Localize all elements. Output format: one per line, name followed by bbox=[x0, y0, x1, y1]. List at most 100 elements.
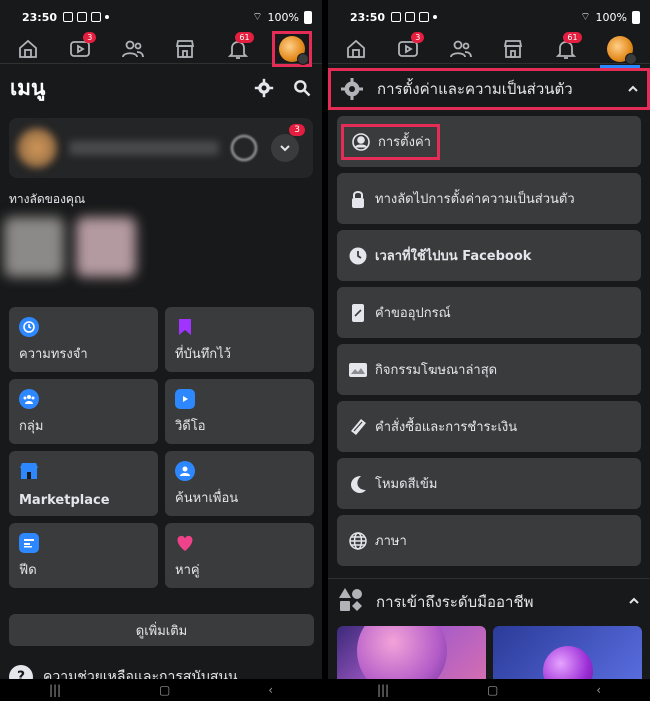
friends-tab[interactable] bbox=[443, 34, 479, 64]
see-more-button[interactable]: ดูเพิ่มเติม bbox=[9, 614, 314, 646]
find-friends-icon bbox=[175, 461, 195, 481]
menu-header: เมนู bbox=[0, 68, 322, 108]
home-tab[interactable] bbox=[10, 34, 46, 64]
search-icon[interactable] bbox=[292, 78, 312, 98]
home-button-icon[interactable]: ▢ bbox=[159, 683, 170, 697]
payment-icon bbox=[347, 416, 369, 438]
notifications-badge: 61 bbox=[563, 31, 582, 43]
tile-find-friends[interactable]: ค้นหาเพื่อน bbox=[165, 451, 314, 516]
top-nav: 3 61 bbox=[328, 31, 650, 68]
tile-memories[interactable]: ความทรงจำ bbox=[9, 307, 158, 372]
status-time: 23:50 bbox=[22, 10, 58, 24]
menu-tab[interactable] bbox=[599, 31, 640, 68]
profile-switch-icon[interactable] bbox=[231, 135, 257, 161]
notifications-badge: 61 bbox=[235, 31, 254, 43]
expand-profiles-button[interactable] bbox=[271, 134, 299, 162]
back-icon[interactable]: ‹ bbox=[596, 683, 601, 697]
watch-badge: 3 bbox=[83, 31, 97, 43]
shortcuts-label: ทางลัดของคุณ bbox=[9, 192, 86, 206]
groups-icon bbox=[19, 389, 39, 409]
top-nav: 3 61 bbox=[0, 30, 322, 67]
chevron-down-icon bbox=[280, 145, 290, 152]
tile-label: ความทรงจำ bbox=[19, 347, 88, 362]
marketplace-tab[interactable] bbox=[167, 34, 203, 64]
section-title: การตั้งค่าและความเป็นส่วนตัว bbox=[377, 80, 573, 98]
shortcuts-list bbox=[4, 217, 322, 302]
profile-card[interactable]: 3 bbox=[9, 118, 313, 178]
profile-name-blurred bbox=[69, 141, 219, 155]
notifications-tab[interactable]: 61 bbox=[548, 31, 584, 64]
wifi-signal-icon: ⌔ bbox=[580, 10, 591, 23]
dark-mode-item[interactable]: โหมดสีเข้ม bbox=[337, 458, 641, 509]
image-icon bbox=[405, 12, 416, 22]
tile-label: หาคู่ bbox=[175, 563, 200, 578]
status-icons bbox=[63, 12, 110, 22]
clock-icon bbox=[19, 317, 39, 337]
back-icon[interactable]: ‹ bbox=[268, 683, 273, 697]
home-button-icon[interactable]: ▢ bbox=[487, 683, 498, 697]
watch-tab[interactable]: 3 bbox=[390, 31, 426, 64]
right-panel: 23:50 ⌔ 100% 3 61 การตั้งค่าและความเป็นส… bbox=[328, 0, 650, 701]
pro-card[interactable] bbox=[493, 626, 642, 686]
tile-saved[interactable]: ที่บันทึกไว้ bbox=[165, 307, 314, 372]
friends-icon bbox=[449, 40, 472, 57]
bookmark-icon bbox=[175, 317, 195, 337]
item-label: การตั้งค่า bbox=[378, 135, 431, 150]
ad-activity-icon bbox=[347, 359, 369, 381]
shapes-icon bbox=[338, 587, 364, 617]
professional-access-section[interactable]: การเข้าถึงระดับมืออาชีพ bbox=[328, 578, 650, 624]
tile-feed[interactable]: ฟีด bbox=[9, 523, 158, 588]
tile-groups[interactable]: กลุ่ม bbox=[9, 379, 158, 444]
check-icon bbox=[391, 12, 402, 22]
tile-video[interactable]: วิดีโอ bbox=[165, 379, 314, 444]
browser-icon bbox=[77, 12, 88, 22]
dot-icon bbox=[433, 15, 438, 19]
friends-tab[interactable] bbox=[115, 34, 151, 64]
android-nav-bar: ||| ▢ ‹ bbox=[0, 679, 322, 701]
home-icon bbox=[347, 39, 365, 58]
gear-icon[interactable] bbox=[254, 78, 274, 98]
battery-text: 100% bbox=[267, 10, 299, 24]
tile-dating[interactable]: หาคู่ bbox=[165, 523, 314, 588]
header-actions bbox=[254, 78, 312, 98]
time-on-facebook-item[interactable]: เวลาที่ใช้ไปบน Facebook bbox=[337, 230, 641, 281]
dot-icon bbox=[105, 15, 110, 19]
avatar bbox=[606, 35, 637, 65]
tile-marketplace[interactable]: Marketplace bbox=[9, 451, 158, 516]
item-label: คำสั่งซื้อและการชำระเงิน bbox=[375, 420, 518, 435]
device-icon bbox=[347, 302, 369, 324]
recent-ad-activity-item[interactable]: กิจกรรมโฆษณาล่าสุด bbox=[337, 344, 641, 395]
notifications-tab[interactable]: 61 bbox=[220, 31, 256, 64]
settings-highlight: การตั้งค่า bbox=[341, 123, 440, 160]
moon-icon bbox=[347, 473, 369, 495]
recent-apps-icon[interactable]: ||| bbox=[377, 683, 389, 697]
menu-lines-icon bbox=[296, 52, 309, 65]
chevron-up-icon bbox=[628, 592, 640, 611]
settings-privacy-section[interactable]: การตั้งค่าและความเป็นส่วนตัว bbox=[328, 68, 650, 110]
item-label: กิจกรรมโฆษณาล่าสุด bbox=[375, 363, 498, 378]
marketplace-tab[interactable] bbox=[495, 34, 531, 64]
battery-icon bbox=[304, 10, 312, 24]
tile-label: กลุ่ม bbox=[19, 419, 44, 434]
menu-tab[interactable] bbox=[271, 30, 312, 67]
check-icon bbox=[63, 12, 74, 22]
pro-card[interactable] bbox=[337, 626, 486, 686]
settings-item[interactable]: การตั้งค่า bbox=[337, 116, 641, 167]
shortcut-item[interactable] bbox=[76, 217, 136, 277]
item-label: เวลาที่ใช้ไปบน Facebook bbox=[375, 249, 532, 264]
item-label: ภาษา bbox=[375, 534, 407, 549]
shop-icon bbox=[19, 461, 39, 481]
tile-label: วิดีโอ bbox=[175, 419, 206, 434]
watch-tab[interactable]: 3 bbox=[62, 31, 98, 64]
device-requests-item[interactable]: คำขออุปกรณ์ bbox=[337, 287, 641, 338]
wifi-signal-icon: ⌔ bbox=[252, 10, 263, 23]
home-tab[interactable] bbox=[338, 34, 374, 64]
privacy-shortcuts-item[interactable]: ทางลัดไปการตั้งค่าความเป็นส่วนตัว bbox=[337, 173, 641, 224]
active-tab-indicator bbox=[599, 64, 640, 68]
shortcut-item[interactable] bbox=[4, 217, 64, 277]
orders-payments-item[interactable]: คำสั่งซื้อและการชำระเงิน bbox=[337, 401, 641, 452]
status-right: ⌔ 100% bbox=[580, 10, 640, 24]
recent-apps-icon[interactable]: ||| bbox=[49, 683, 61, 697]
language-item[interactable]: ภาษา bbox=[337, 515, 641, 566]
status-time: 23:50 bbox=[350, 10, 386, 24]
